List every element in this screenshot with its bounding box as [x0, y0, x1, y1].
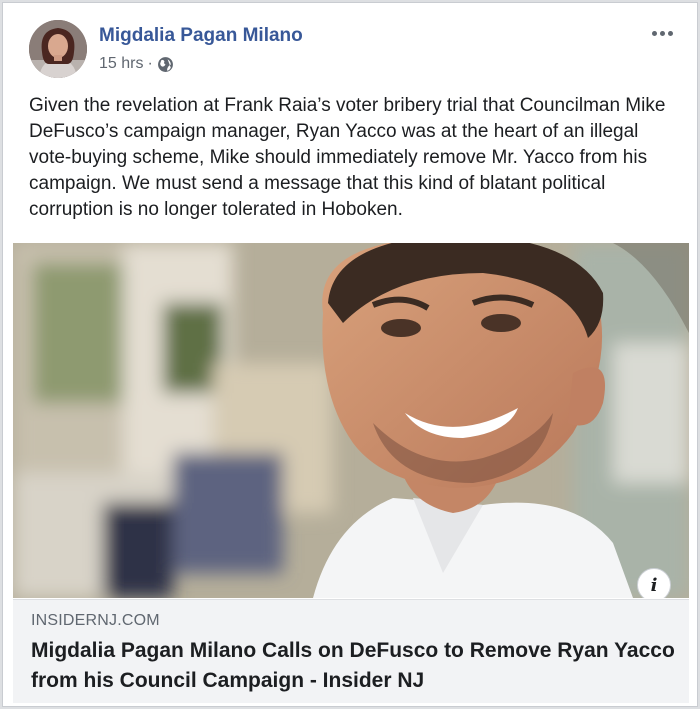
post-meta: 15 hrs · [99, 55, 174, 73]
link-preview-image[interactable]: i [13, 243, 689, 598]
portrait-photo [13, 243, 689, 598]
globe-icon[interactable] [157, 56, 174, 73]
more-dot [659, 30, 665, 36]
facebook-post-card: Migdalia Pagan Milano 15 hrs · Given the… [2, 2, 698, 707]
link-domain: INSIDERNJ.COM [31, 612, 160, 629]
meta-separator: · [147, 55, 153, 72]
info-button[interactable]: i [637, 568, 671, 598]
post-header: Migdalia Pagan Milano 15 hrs · [3, 3, 697, 83]
more-options-icon[interactable] [647, 23, 677, 43]
avatar-image [29, 20, 87, 78]
link-preview-box[interactable]: INSIDERNJ.COM Migdalia Pagan Milano Call… [13, 599, 689, 703]
post-text: Given the revelation at Frank Raia’s vot… [29, 95, 666, 220]
author-avatar[interactable] [29, 20, 87, 78]
link-title[interactable]: Migdalia Pagan Milano Calls on DeFusco t… [31, 636, 676, 696]
more-dot [651, 30, 657, 36]
post-timestamp[interactable]: 15 hrs [99, 55, 143, 73]
author-name[interactable]: Migdalia Pagan Milano [99, 25, 303, 47]
more-dot [667, 30, 673, 36]
